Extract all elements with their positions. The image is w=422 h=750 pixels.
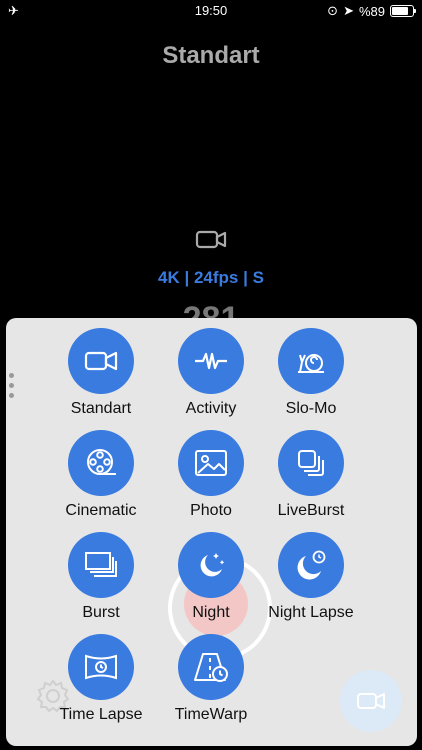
stacked-squares-icon xyxy=(298,450,324,476)
mode-label: TimeWarp xyxy=(174,706,248,723)
drag-handle[interactable] xyxy=(9,373,15,403)
status-bar: ✈ 19:50 ⊙ ➤ %89 xyxy=(0,0,422,22)
mode-picker-panel: Standart Activity Slo-Mo Cinematic Photo… xyxy=(6,318,417,746)
mode-slo-mo[interactable]: Slo-Mo xyxy=(251,328,371,418)
moon-clock-icon xyxy=(297,550,326,580)
mode-label: Burst xyxy=(82,604,120,621)
video-camera-icon xyxy=(195,230,227,249)
mode-label: Standart xyxy=(70,400,132,417)
mode-label: Cinematic xyxy=(65,502,137,519)
page-title: Standart xyxy=(162,42,260,69)
battery-icon xyxy=(390,5,416,17)
mode-label: Time Lapse xyxy=(59,706,143,723)
stacked-rectangles-icon xyxy=(85,552,117,577)
mode-label: Night Lapse xyxy=(268,604,354,621)
mode-cinematic[interactable]: Cinematic xyxy=(41,430,161,520)
status-right: ⊙ ➤ %89 xyxy=(327,3,416,19)
panorama-clock-icon xyxy=(85,654,117,680)
battery-percent: %89 xyxy=(358,3,385,19)
video-camera-icon xyxy=(357,693,385,709)
location-icon: ➤ xyxy=(343,3,354,18)
mode-label: Slo-Mo xyxy=(285,400,337,417)
road-clock-icon xyxy=(194,653,228,682)
mode-night-lapse[interactable]: Night Lapse xyxy=(251,532,371,622)
rotation-lock-icon: ⊙ xyxy=(327,3,339,18)
moon-stars-icon xyxy=(200,553,225,577)
snail-icon xyxy=(298,354,324,373)
mode-burst[interactable]: Burst xyxy=(41,532,161,622)
film-reel-icon xyxy=(87,449,116,475)
mode-timewarp[interactable]: TimeWarp xyxy=(151,634,271,724)
video-camera-icon xyxy=(84,351,118,371)
mode-time-lapse[interactable]: Time Lapse xyxy=(41,634,161,724)
activity-wave-icon xyxy=(195,352,227,370)
mode-liveburst[interactable]: LiveBurst xyxy=(251,430,371,520)
camera-mode-button[interactable] xyxy=(340,670,402,732)
capture-settings[interactable]: 4K | 24fps | S xyxy=(0,268,422,288)
mode-label: LiveBurst xyxy=(277,502,345,519)
mode-standart[interactable]: Standart xyxy=(41,328,161,418)
photo-icon xyxy=(195,450,227,476)
